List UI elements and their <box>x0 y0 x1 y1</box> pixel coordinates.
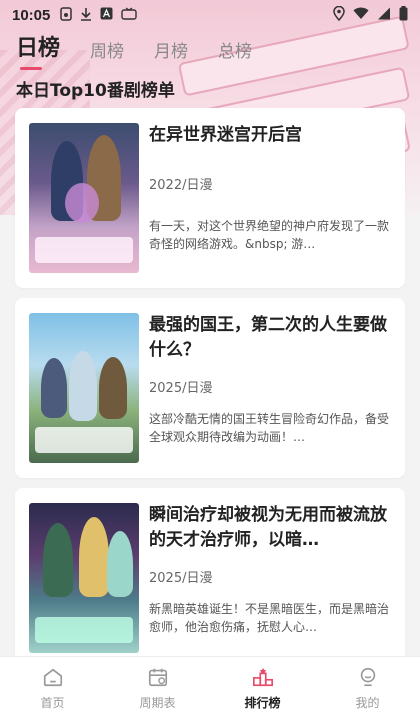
nav-home[interactable]: 首页 <box>0 657 105 720</box>
list-item[interactable]: 最强的国王，第二次的人生要做什么？ 2025/日漫 这部冷酷无情的国王转生冒险奇… <box>15 298 405 478</box>
bottom-navigation: 首页 周期表 排行榜 我的 <box>0 656 420 720</box>
nav-schedule-label: 周期表 <box>139 696 176 710</box>
calendar-icon <box>148 668 167 687</box>
notification-icon <box>60 6 73 24</box>
anime-title: 最强的国王，第二次的人生要做什么？ <box>149 315 387 360</box>
tab-weekly[interactable]: 周榜 <box>90 37 124 70</box>
anime-meta: 2025/日漫 <box>149 381 213 396</box>
anime-meta: 2022/日漫 <box>149 178 213 193</box>
tv-icon <box>121 7 138 23</box>
anime-cover-image <box>29 503 139 653</box>
nav-schedule[interactable]: 周期表 <box>105 657 210 720</box>
anime-cover-image <box>29 123 139 273</box>
signal-icon <box>377 7 391 23</box>
nav-profile[interactable]: 我的 <box>315 657 420 720</box>
status-bar: 10:05 <box>0 0 420 30</box>
anime-description: 这部冷酷无情的国王转生冒险奇幻作品，备受全球观众期待改编为动画！… <box>149 412 390 444</box>
location-icon <box>333 5 345 24</box>
status-time: 10:05 <box>12 6 51 24</box>
list-item[interactable]: 在异世界迷宫开后宫 2022/日漫 有一天，对这个世界绝望的神户府发现了一款奇怪… <box>15 108 405 288</box>
tab-monthly[interactable]: 月榜 <box>154 37 188 70</box>
list-item[interactable]: 瞬间治疗却被视为无用而被流放的天才治疗师，以暗… 2025/日漫 新黑暗英雄诞生… <box>15 488 405 668</box>
nav-ranking[interactable]: 排行榜 <box>210 657 315 720</box>
anime-title: 瞬间治疗却被视为无用而被流放的天才治疗师，以暗… <box>149 505 387 550</box>
anime-cover-image <box>29 313 139 463</box>
app-a-icon <box>100 7 113 23</box>
anime-title: 在异世界迷宫开后宫 <box>149 125 302 145</box>
anime-meta: 2025/日漫 <box>149 571 213 586</box>
profile-icon <box>360 667 375 687</box>
ranking-tabs: 日榜 周榜 月榜 总榜 <box>16 30 252 70</box>
nav-ranking-label: 排行榜 <box>244 696 281 710</box>
section-title: 本日Top10番剧榜单 <box>16 81 175 101</box>
tab-all-time[interactable]: 总榜 <box>218 37 252 70</box>
nav-profile-label: 我的 <box>355 696 380 710</box>
home-icon <box>43 668 62 687</box>
nav-home-label: 首页 <box>40 696 65 710</box>
wifi-icon <box>353 7 369 23</box>
download-icon <box>80 7 92 24</box>
anime-description: 有一天，对这个世界绝望的神户府发现了一款奇怪的网络游戏。&nbsp; 游… <box>149 219 390 251</box>
ranking-icon <box>252 667 273 687</box>
battery-icon <box>399 6 408 24</box>
ranking-list: 在异世界迷宫开后宫 2022/日漫 有一天，对这个世界绝望的神户府发现了一款奇怪… <box>15 108 405 678</box>
anime-description: 新黑暗英雄诞生！不是黑暗医生，而是黑暗治愈师，他治愈伤痛，抚慰人心… <box>149 602 390 634</box>
tab-daily[interactable]: 日榜 <box>16 30 60 70</box>
